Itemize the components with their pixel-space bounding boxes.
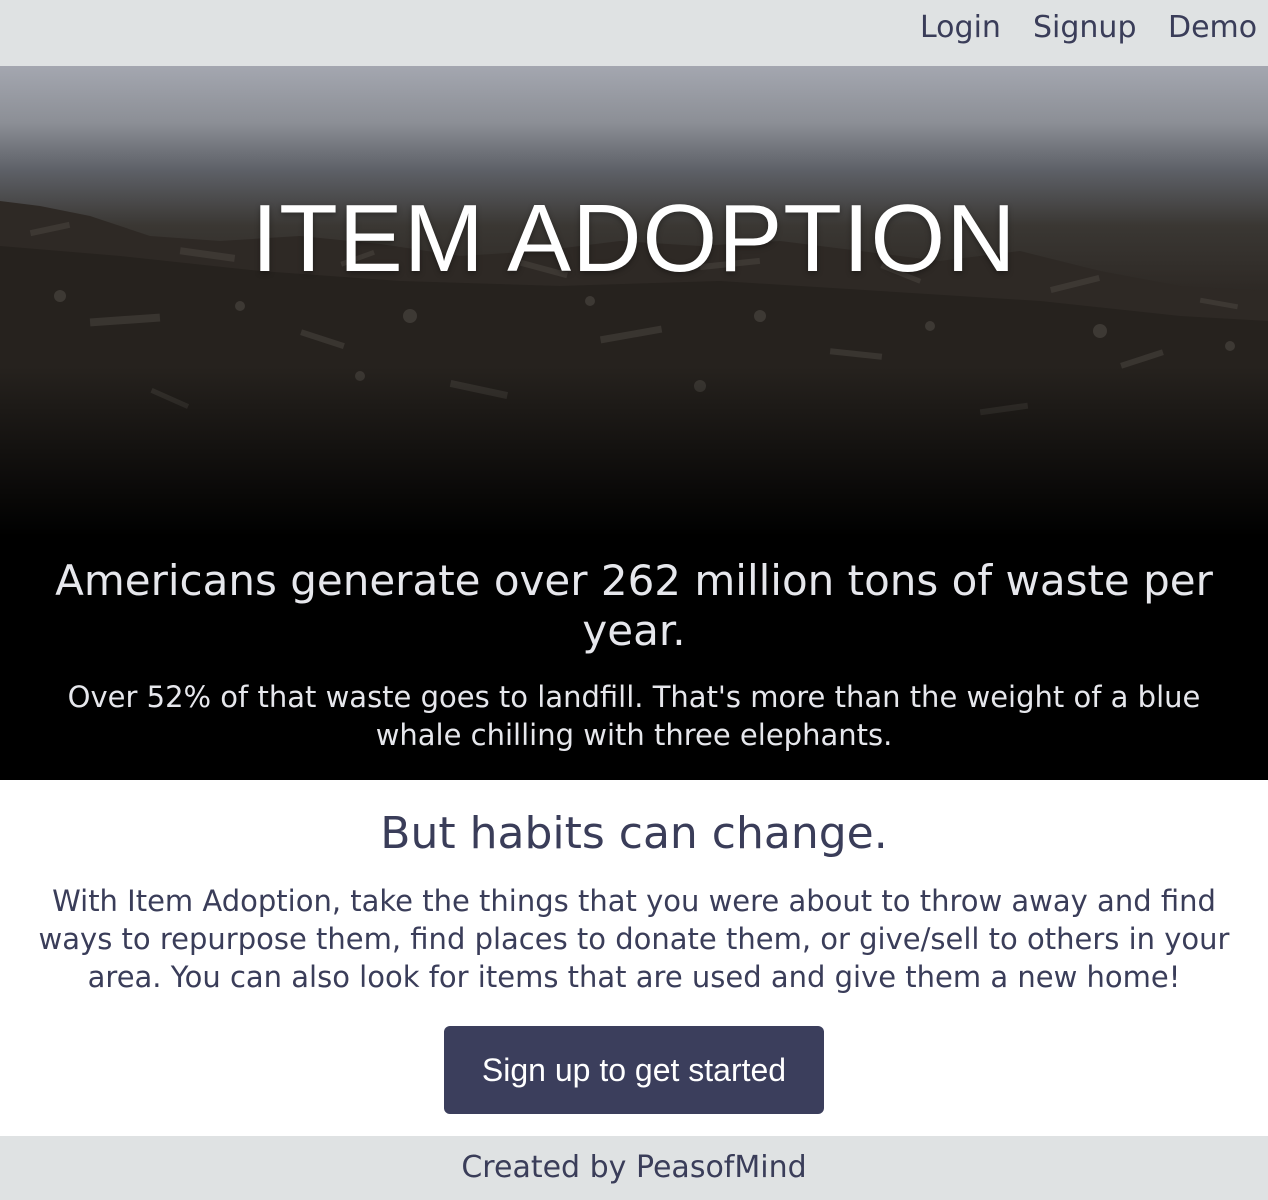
top-navbar: Login Signup Demo	[0, 0, 1268, 66]
footer: Created by PeasofMind	[0, 1136, 1268, 1200]
signup-cta-button[interactable]: Sign up to get started	[444, 1026, 824, 1114]
hero-landfill-fact: Over 52% of that waste goes to landfill.…	[67, 680, 1201, 752]
landfill-background-image	[0, 66, 1268, 536]
nav-demo-link[interactable]: Demo	[1168, 10, 1257, 45]
habits-description: With Item Adoption, take the things that…	[38, 884, 1230, 994]
nav-signup-link[interactable]: Signup	[1033, 10, 1137, 45]
habits-heading: But habits can change.	[380, 808, 888, 859]
footer-credit: Created by PeasofMind	[461, 1150, 807, 1185]
nav-login-link[interactable]: Login	[920, 10, 1001, 45]
hero-title: ITEM ADOPTION	[251, 185, 1017, 292]
hero-section: ITEM ADOPTION Americans generate over 26…	[0, 66, 1268, 780]
hero-waste-statistic: Americans generate over 262 million tons…	[55, 556, 1213, 655]
